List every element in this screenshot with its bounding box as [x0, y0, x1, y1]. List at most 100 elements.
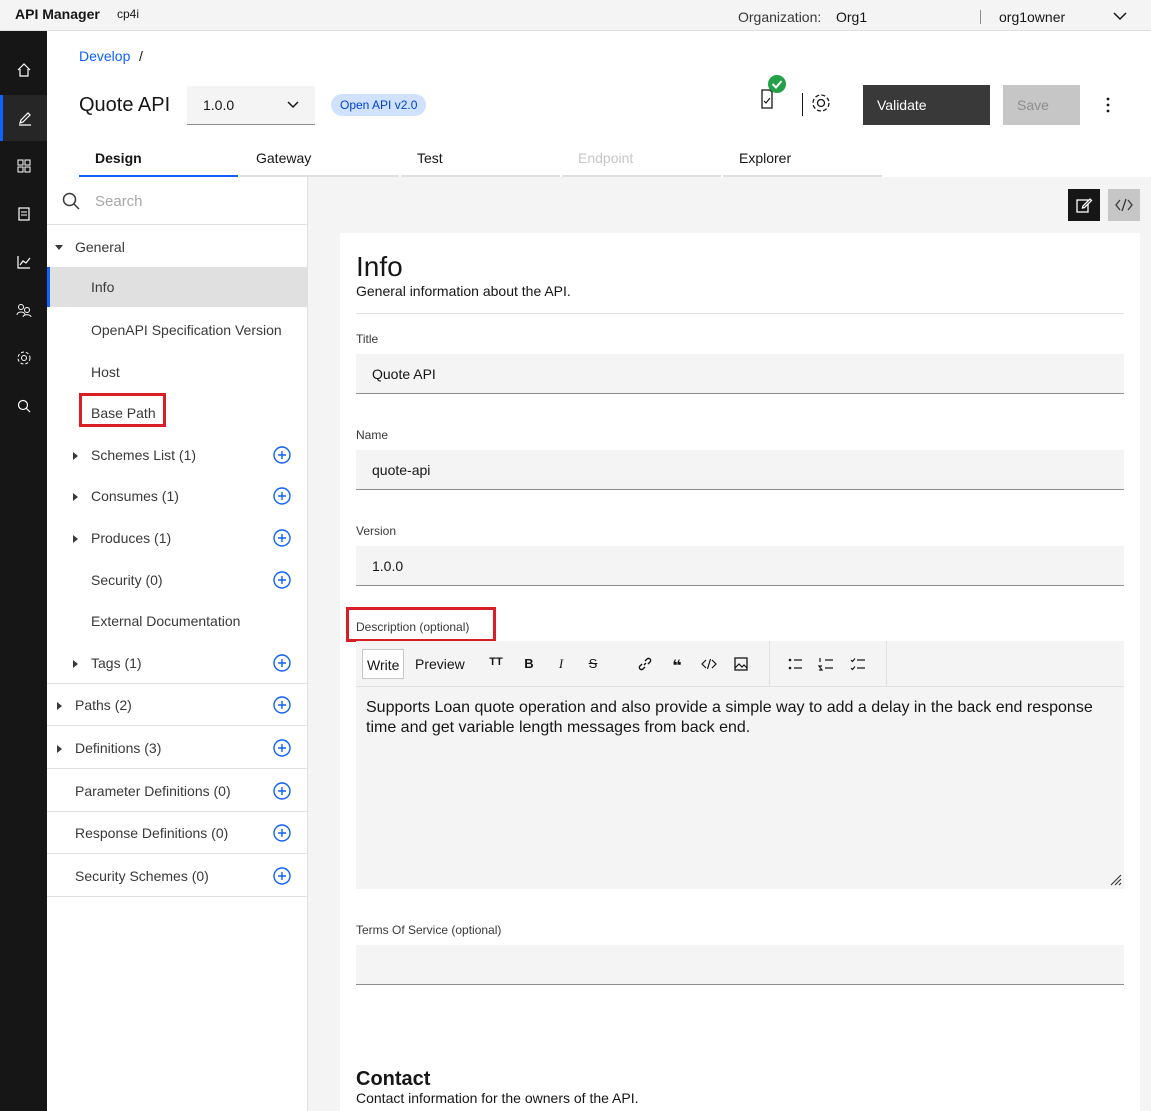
source-view-button[interactable] [1108, 189, 1140, 221]
title-field[interactable]: Quote API [356, 354, 1124, 394]
add-icon[interactable] [273, 487, 291, 505]
task-list-icon[interactable] [850, 656, 866, 672]
search-input[interactable]: Search [95, 193, 143, 210]
rail-members[interactable] [0, 287, 47, 333]
tab-explorer[interactable]: Explorer [723, 140, 882, 177]
validation-status-icon[interactable] [758, 74, 788, 112]
add-icon[interactable] [273, 824, 291, 842]
version-field[interactable]: 1.0.0 [356, 546, 1124, 586]
numbered-list-icon[interactable] [817, 656, 834, 672]
add-icon[interactable] [273, 529, 291, 547]
tos-field[interactable] [356, 945, 1124, 985]
add-icon[interactable] [273, 867, 291, 885]
spec-version-tag: Open API v2.0 [331, 94, 427, 116]
nav-external-docs-label: External Documentation [91, 613, 241, 629]
markdown-toolbar: Write Preview TT B I S ❝ [356, 641, 1124, 687]
breadcrumb-develop[interactable]: Develop [79, 48, 130, 64]
add-icon[interactable] [273, 446, 291, 464]
quote-icon[interactable]: ❝ [669, 656, 685, 675]
nav-security-schemes-label: Security Schemes (0) [75, 868, 209, 884]
caret-right-icon [73, 493, 78, 501]
title-label: Title [356, 332, 379, 346]
nav-divider [47, 768, 308, 769]
add-icon[interactable] [273, 696, 291, 714]
write-tab[interactable]: Write [362, 649, 405, 679]
code-icon[interactable] [701, 656, 717, 672]
contact-description: Contact information for the owners of th… [356, 1090, 639, 1106]
members-icon [16, 304, 31, 318]
edit-form-icon [1076, 198, 1093, 213]
name-field[interactable]: quote-api [356, 450, 1124, 490]
organization-label: Organization: [738, 9, 822, 25]
toolbar-divider [886, 641, 887, 687]
add-icon[interactable] [273, 654, 291, 672]
tab-endpoint: Endpoint [562, 140, 721, 177]
rail-search[interactable] [0, 383, 47, 429]
tab-test[interactable]: Test [401, 140, 560, 177]
user-menu[interactable]: org1owner [999, 9, 1065, 25]
nav-divider [47, 896, 308, 897]
save-button[interactable]: Save [1003, 85, 1080, 125]
side-rail [0, 31, 47, 1111]
version-value: 1.0.0 [203, 97, 235, 113]
organization-selector[interactable]: Org1 [836, 9, 867, 25]
nav-schemes-label: Schemes List (1) [91, 447, 197, 463]
highlight-box-base-path [79, 393, 166, 427]
nav-divider [47, 811, 308, 812]
rail-apps[interactable] [0, 143, 47, 189]
design-navigation: Search General Info OpenAPI Specificatio… [47, 177, 308, 1111]
rail-settings[interactable] [0, 335, 47, 381]
caret-right-icon [73, 452, 78, 460]
nav-search[interactable]: Search [47, 177, 308, 225]
version-label: Version [356, 524, 397, 538]
nav-host-label: Host [91, 364, 120, 380]
version-select[interactable]: 1.0.0 [187, 86, 315, 125]
form-view-button[interactable] [1068, 189, 1100, 221]
section-description: General information about the API. [356, 283, 571, 299]
nav-divider [47, 683, 308, 684]
bullet-list-icon[interactable] [787, 656, 803, 672]
catalog-icon [17, 207, 30, 221]
strikethrough-icon[interactable]: S [585, 656, 601, 672]
validate-button[interactable]: Validate [863, 85, 990, 125]
section-divider [356, 313, 1124, 314]
analytics-icon [16, 256, 30, 269]
breadcrumb-separator: / [139, 48, 143, 64]
tab-gateway[interactable]: Gateway [240, 140, 399, 177]
caret-right-icon [73, 535, 78, 543]
name-label: Name [356, 428, 389, 442]
chevron-down-icon [287, 101, 299, 109]
add-icon[interactable] [273, 571, 291, 589]
home-icon [17, 63, 30, 77]
caret-right-icon [57, 702, 62, 710]
gear-icon[interactable] [810, 92, 832, 114]
overflow-menu-icon[interactable] [1100, 95, 1116, 115]
bold-icon[interactable]: B [521, 656, 537, 672]
italic-icon[interactable]: I [553, 656, 569, 672]
rail-home[interactable] [0, 47, 47, 93]
settings-icon [17, 351, 30, 365]
resize-handle-icon[interactable] [1108, 872, 1122, 886]
apps-icon [17, 159, 30, 173]
caret-right-icon [73, 660, 78, 668]
add-icon[interactable] [273, 739, 291, 757]
code-icon [1115, 198, 1133, 212]
image-icon[interactable] [733, 656, 749, 672]
edit-icon [19, 112, 31, 126]
chevron-down-icon[interactable] [1113, 11, 1127, 21]
rail-develop[interactable] [0, 95, 47, 141]
caret-right-icon [57, 745, 62, 753]
nav-info[interactable]: Info [47, 267, 308, 307]
link-icon[interactable] [637, 656, 653, 672]
rail-catalog[interactable] [0, 191, 47, 237]
heading-icon[interactable]: TT [488, 656, 504, 672]
preview-tab[interactable]: Preview [411, 649, 469, 679]
section-title: Info [356, 251, 403, 282]
top-bar: API Manager cp4i Organization: Org1 org1… [0, 0, 1151, 31]
nav-divider [47, 725, 308, 726]
rail-analytics[interactable] [0, 239, 47, 285]
header-divider [802, 93, 803, 116]
add-icon[interactable] [273, 782, 291, 800]
tab-design[interactable]: Design [79, 140, 238, 177]
description-textarea[interactable]: Supports Loan quote operation and also p… [356, 687, 1124, 889]
